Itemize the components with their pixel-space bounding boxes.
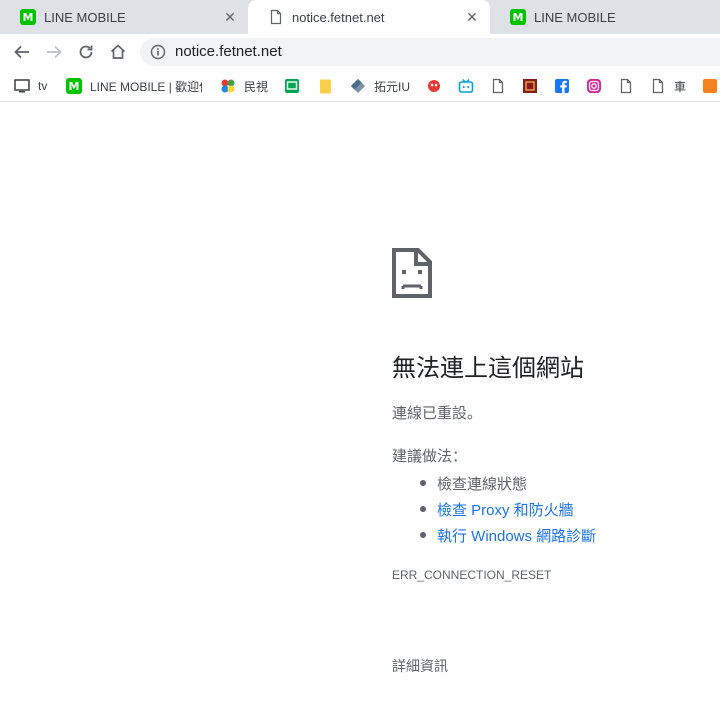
bookmark-tixcraft[interactable]: 拓元IU: [350, 76, 410, 96]
bookmark-line-mobile[interactable]: M LINE MOBILE | 歡迎使: [66, 76, 202, 96]
arrow-right-icon: [47, 45, 62, 59]
tab-notice-fetnet[interactable]: notice.fetnet.net ✕: [248, 0, 490, 34]
sad-document-icon: [392, 248, 432, 298]
bullet-icon: [420, 506, 426, 512]
error-code: ERR_CONNECTION_RESET: [392, 568, 552, 582]
bookmark-page-2[interactable]: [618, 76, 634, 96]
document-icon: [270, 9, 282, 25]
bookmark-red-box[interactable]: [522, 76, 538, 96]
orange-badge-icon: [703, 79, 717, 93]
suggestions-heading: 建議做法：: [392, 448, 468, 465]
list-item: 執行 Windows 網路診斷: [420, 522, 596, 548]
ftv-icon: [221, 79, 235, 93]
home-button[interactable]: [106, 40, 130, 64]
line-mobile-icon: M: [66, 78, 82, 94]
bookmark-car[interactable]: 車: [650, 76, 686, 96]
bookmark-bilibili[interactable]: [458, 76, 474, 96]
bookmark-orange-badge[interactable]: [702, 76, 718, 96]
home-icon: [110, 44, 126, 59]
page-icon: [652, 78, 664, 94]
suggestion-check-connection: 檢查連線狀態: [437, 475, 528, 493]
bullet-icon: [420, 532, 426, 538]
folder-icon: [320, 79, 331, 94]
close-tab-icon[interactable]: ✕: [464, 9, 480, 25]
list-item: 檢查連線狀態: [420, 470, 596, 496]
details-button[interactable]: 詳細資訊: [392, 656, 448, 676]
error-title: 無法連上這個網站: [392, 355, 584, 382]
page-icon: [492, 78, 504, 94]
tab-line-mobile-2[interactable]: M LINE MOBILE: [490, 0, 720, 34]
facebook-icon: [555, 79, 569, 93]
info-icon[interactable]: [150, 44, 166, 60]
tab-title: LINE MOBILE: [44, 9, 126, 25]
bookmark-tv[interactable]: tv: [14, 76, 47, 96]
tab-line-mobile-1[interactable]: M LINE MOBILE ✕: [0, 0, 248, 34]
line-mobile-icon: M: [20, 9, 36, 25]
suggestion-check-proxy-link[interactable]: 檢查 Proxy 和防火牆: [437, 499, 574, 520]
error-description: 連線已重設。: [392, 405, 483, 422]
red-mascot-icon: [428, 80, 440, 92]
bookmark-ftv[interactable]: 民視: [220, 76, 268, 96]
reload-icon: [79, 45, 93, 59]
bookmarks-bar: tv M LINE MOBILE | 歡迎使 民視 拓元IU 車: [0, 70, 720, 102]
tixcraft-icon: [351, 79, 365, 93]
instagram-icon: [587, 79, 601, 93]
bookmark-folder[interactable]: [318, 76, 334, 96]
reload-button[interactable]: [74, 40, 98, 64]
bookmark-label: LINE MOBILE | 歡迎使: [90, 79, 202, 94]
browser-toolbar: notice.fetnet.net: [0, 34, 720, 70]
bookmark-red-mascot[interactable]: [426, 76, 442, 96]
bullet-icon: [420, 480, 426, 486]
suggestion-list: 檢查連線狀態 檢查 Proxy 和防火牆 執行 Windows 網路診斷: [420, 470, 596, 548]
bookmark-label: 拓元IU: [374, 79, 411, 94]
line-mobile-icon: M: [510, 9, 526, 25]
page-icon: [620, 78, 632, 94]
bookmark-label: tv: [38, 79, 48, 93]
close-tab-icon[interactable]: ✕: [222, 9, 238, 25]
bookmark-green-tv[interactable]: [284, 76, 300, 96]
bilibili-icon: [458, 79, 474, 93]
bookmark-instagram[interactable]: [586, 76, 602, 96]
bookmark-page-1[interactable]: [490, 76, 506, 96]
bookmark-label: 民視: [244, 79, 269, 94]
green-tv-icon: [285, 79, 299, 93]
back-button[interactable]: [10, 40, 34, 64]
tab-title: LINE MOBILE: [534, 9, 616, 25]
suggestion-network-diagnostics-link[interactable]: 執行 Windows 網路診斷: [437, 525, 596, 546]
forward-button[interactable]: [42, 40, 66, 64]
red-box-icon: [523, 79, 537, 93]
bookmark-facebook[interactable]: [554, 76, 570, 96]
url-text[interactable]: notice.fetnet.net: [175, 43, 282, 60]
bookmark-label: 車: [674, 79, 687, 94]
arrow-left-icon: [14, 45, 29, 59]
monitor-icon: [14, 79, 30, 93]
tab-strip: M LINE MOBILE ✕ notice.fetnet.net ✕ M LI…: [0, 0, 720, 34]
address-bar[interactable]: notice.fetnet.net: [140, 38, 720, 66]
tab-title: notice.fetnet.net: [292, 9, 385, 25]
list-item: 檢查 Proxy 和防火牆: [420, 496, 596, 522]
